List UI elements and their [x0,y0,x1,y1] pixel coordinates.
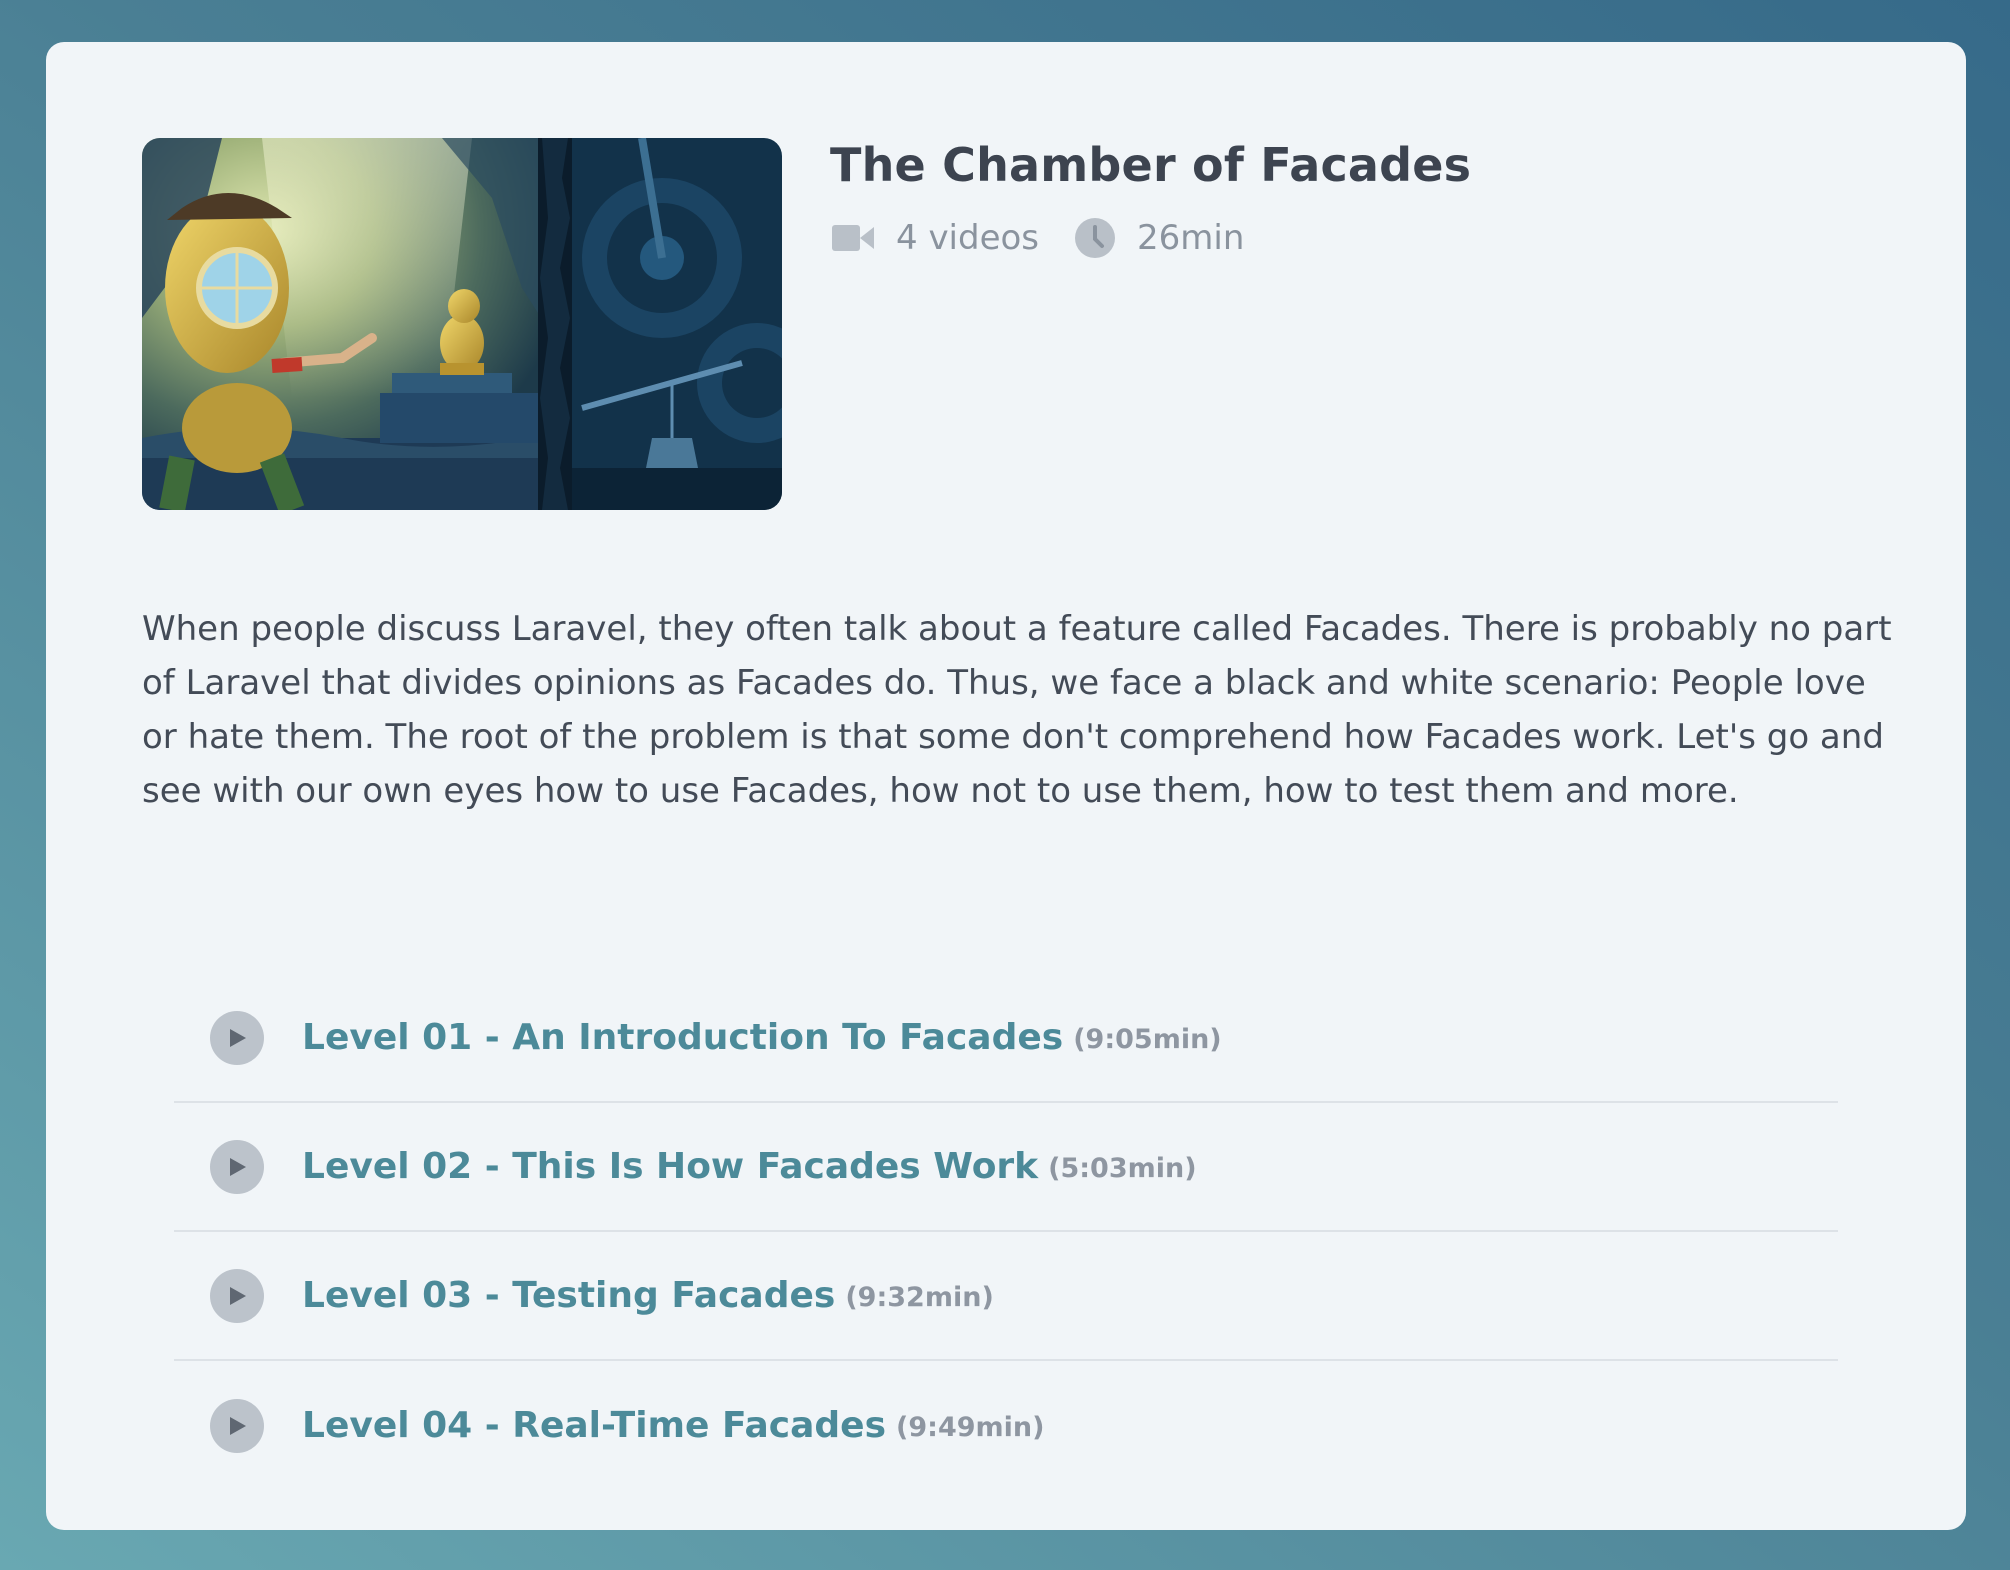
level-duration: (9:49min) [896,1412,1045,1443]
clock-icon [1075,218,1116,258]
level-item[interactable]: Level 01 - An Introduction To Facades (9… [174,974,1838,1103]
level-item[interactable]: Level 02 - This Is How Facades Work (5:0… [174,1103,1838,1232]
level-title[interactable]: Level 01 - An Introduction To Facades [302,1017,1063,1058]
course-card: The Chamber of Facades 4 videos 26min Wh… [46,42,1966,1530]
play-icon[interactable] [210,1139,264,1194]
course-thumbnail[interactable] [142,138,782,510]
level-item[interactable]: Level 04 - Real-Time Facades (9:49min) [174,1361,1838,1490]
play-icon[interactable] [210,1398,264,1453]
video-count: 4 videos [896,218,1040,258]
course-duration: 26min [1137,218,1245,258]
play-icon[interactable] [210,1268,264,1323]
level-list: Level 01 - An Introduction To Facades (9… [174,974,1838,1490]
play-icon[interactable] [210,1010,264,1065]
course-description: When people discuss Laravel, they often … [142,609,1892,811]
level-duration: (9:32min) [845,1282,994,1313]
thumbnail-illustration [142,138,782,510]
level-duration: (9:05min) [1073,1024,1222,1055]
course-title: The Chamber of Facades [830,138,1472,192]
level-title[interactable]: Level 04 - Real-Time Facades [302,1405,886,1446]
level-item[interactable]: Level 03 - Testing Facades (9:32min) [174,1232,1838,1361]
level-title[interactable]: Level 03 - Testing Facades [302,1275,835,1316]
course-meta: 4 videos 26min [832,212,1244,264]
level-duration: (5:03min) [1048,1153,1197,1184]
video-camera-icon [832,223,874,253]
level-title[interactable]: Level 02 - This Is How Facades Work [302,1146,1038,1187]
